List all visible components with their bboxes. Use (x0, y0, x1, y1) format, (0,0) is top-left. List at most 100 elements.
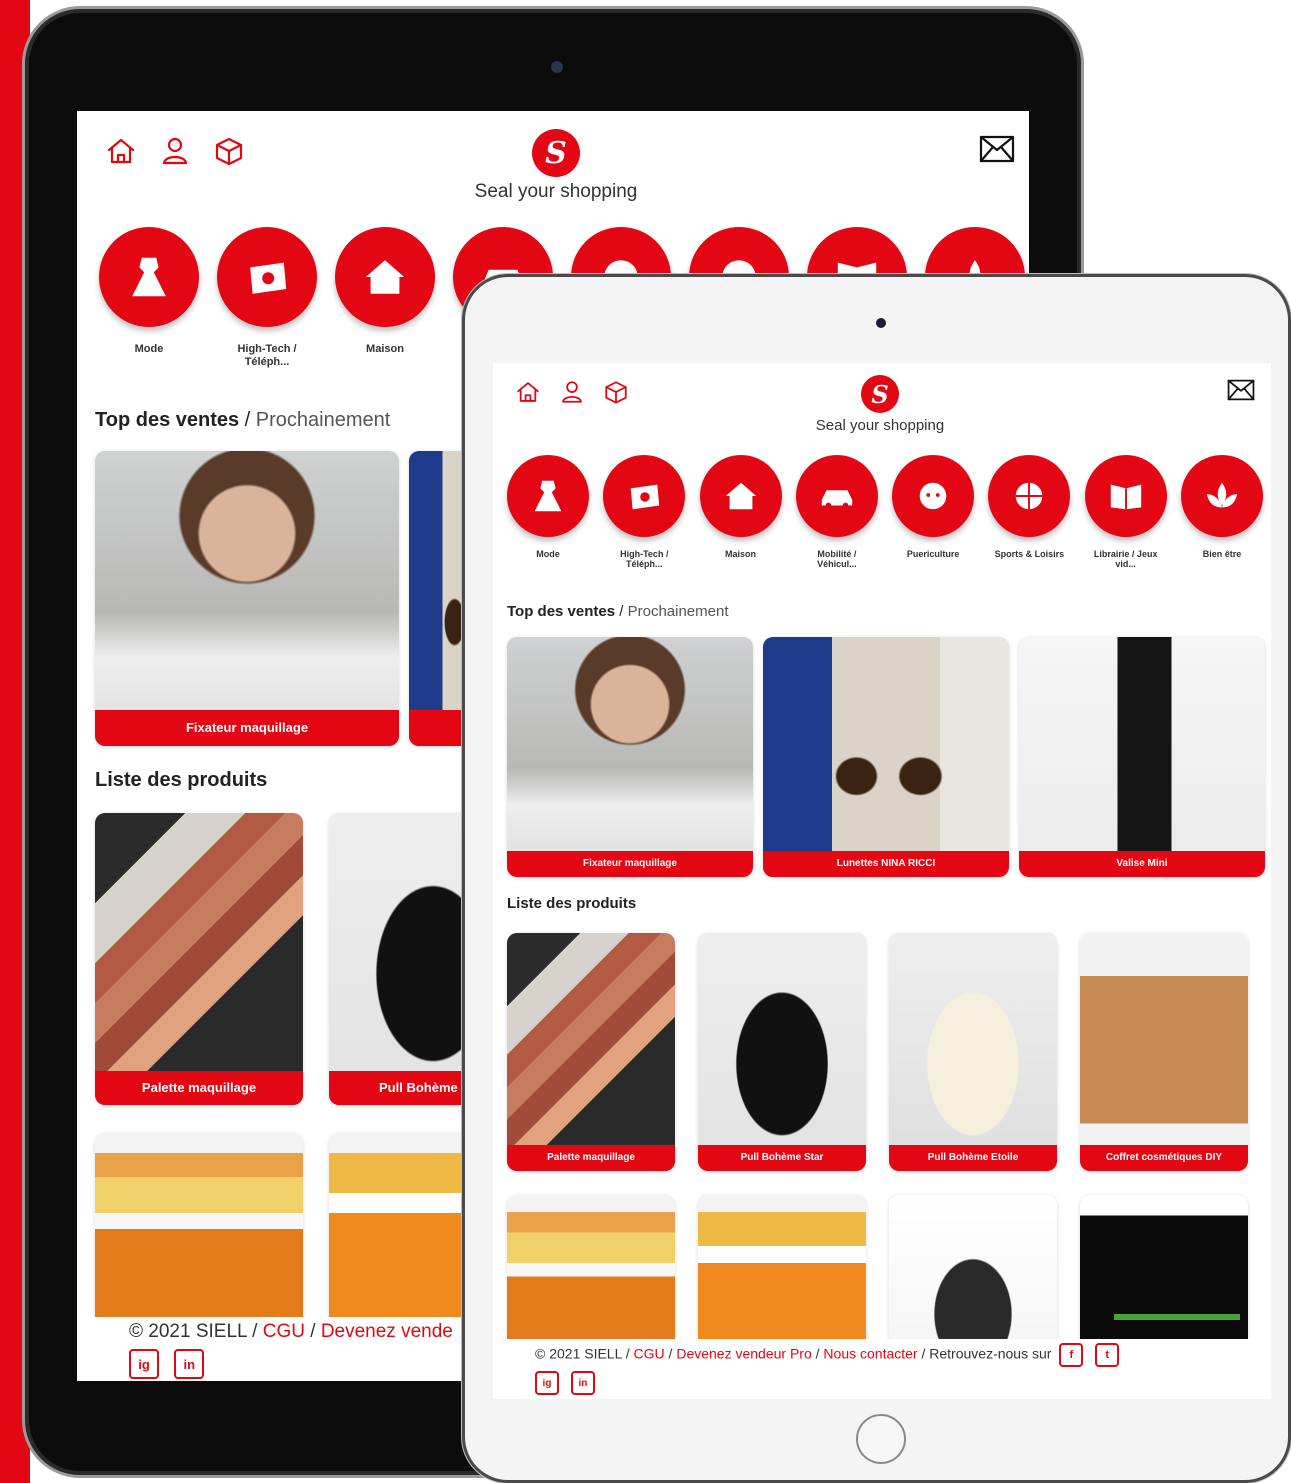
box-icon[interactable] (603, 379, 629, 405)
top-sales-title: Top des ventes / Prochainement (507, 603, 729, 620)
category-mobilite[interactable]: Mobilité / Véhicul... (794, 455, 880, 570)
linkedin-icon[interactable]: in (174, 1349, 205, 1379)
upcoming-tab[interactable]: Prochainement (628, 603, 729, 620)
category-circle (988, 455, 1071, 537)
product-name: Fixateur maquillage (507, 851, 753, 877)
copyright: © 2021 SIELL (129, 1321, 247, 1342)
product-image (95, 451, 399, 746)
product-name: Lunettes NINA RICCI (763, 851, 1009, 877)
front-camera (876, 318, 886, 328)
category-maison[interactable]: Maison (333, 227, 437, 368)
category-label: Bien être (1202, 549, 1242, 559)
front-camera (551, 61, 563, 73)
category-label: High-Tech / Téléph... (237, 343, 297, 368)
home-icon[interactable] (105, 135, 137, 167)
category-circle (892, 455, 975, 537)
top-sales-tab[interactable]: Top des ventes (507, 603, 615, 620)
category-mode[interactable]: Mode (505, 455, 591, 570)
photo-icon (250, 262, 287, 294)
copyright: © 2021 SIELL (535, 1345, 622, 1362)
home-button[interactable] (856, 1414, 906, 1464)
top-sales-tab[interactable]: Top des ventes (95, 409, 239, 431)
category-label: Librairie / Jeux vid... (1093, 549, 1158, 570)
product-name: Palette maquillage (95, 1071, 303, 1105)
product-name: Pull Bohème Etoile (889, 1145, 1057, 1171)
product-name: Valise Mini (1019, 851, 1265, 877)
category-sports[interactable]: Sports & Loisirs (986, 455, 1072, 570)
contact-link[interactable]: Nous contacter (823, 1346, 917, 1362)
category-label: Puericulture (906, 549, 960, 559)
seal-logo-icon: S (532, 129, 580, 177)
product-name: Fixateur maquillage (95, 710, 399, 746)
product-name: Coffret cosmétiques DIY (1080, 1145, 1248, 1171)
category-circle (335, 227, 435, 327)
category-label: Mode (536, 549, 560, 559)
product-image (763, 637, 1009, 877)
category-bien-etre[interactable]: Bien être (1179, 455, 1265, 570)
category-circle (699, 455, 782, 537)
header-icons (515, 379, 629, 405)
linkedin-icon[interactable]: in (570, 1371, 595, 1395)
logo[interactable]: S Seal your shopping (461, 129, 651, 203)
car-icon (821, 490, 853, 509)
photo-icon (630, 484, 660, 510)
dress-icon (132, 257, 166, 297)
top-product-card[interactable]: Fixateur maquillage (507, 637, 753, 877)
follow-text: Retrouvez-nous sur (929, 1345, 1052, 1362)
box-icon[interactable] (213, 135, 245, 167)
seller-link[interactable]: Devenez vende (321, 1321, 453, 1342)
header-icons (105, 135, 245, 167)
category-puericulture[interactable]: Puericulture (890, 455, 976, 570)
user-icon[interactable] (559, 379, 585, 405)
product-card[interactable] (95, 1133, 303, 1333)
category-mode[interactable]: Mode (97, 227, 201, 368)
logo[interactable]: S Seal your shopping (800, 375, 960, 434)
footer-social: ig in (535, 1371, 1271, 1395)
product-name: Palette maquillage (507, 1145, 675, 1171)
product-card[interactable]: Pull Bohème Star (698, 933, 866, 1171)
top-product-card[interactable]: Fixateur maquillage (95, 451, 399, 746)
baby-icon (919, 482, 947, 510)
product-card[interactable]: Pull Bohème Etoile (889, 933, 1057, 1171)
cgu-link[interactable]: CGU (634, 1346, 665, 1362)
product-card[interactable]: Palette maquillage (95, 813, 303, 1105)
footer: © 2021 SIELL / CGU / Devenez vendeur Pro… (493, 1339, 1271, 1399)
product-image (1080, 933, 1248, 1171)
twitter-icon[interactable]: t (1095, 1343, 1120, 1367)
category-circle (507, 455, 589, 537)
category-circle (217, 227, 317, 327)
dress-icon (534, 480, 562, 512)
top-product-card[interactable]: Lunettes NINA RICCI (763, 637, 1009, 877)
marketing-mockup: S Seal your shopping Mode High-Tech / Té… (0, 0, 1291, 1483)
category-librairie[interactable]: Librairie / Jeux vid... (1083, 455, 1169, 570)
product-list-title: Liste des produits (507, 895, 637, 912)
upcoming-tab[interactable]: Prochainement (256, 409, 391, 431)
category-high-tech[interactable]: High-Tech / Téléph... (601, 455, 687, 570)
user-icon[interactable] (159, 135, 191, 167)
instagram-icon[interactable]: ig (129, 1349, 159, 1379)
category-label: Maison (725, 549, 757, 559)
product-list-title: Liste des produits (95, 769, 268, 791)
seller-link[interactable]: Devenez vendeur Pro (676, 1346, 811, 1362)
product-image (507, 933, 675, 1171)
mail-icon[interactable] (979, 135, 1015, 163)
house-icon (725, 482, 756, 510)
category-circle (795, 455, 878, 537)
category-maison[interactable]: Maison (698, 455, 784, 570)
product-card[interactable]: Palette maquillage (507, 933, 675, 1171)
product-card[interactable]: Coffret cosmétiques DIY (1080, 933, 1248, 1171)
mail-icon[interactable] (1227, 379, 1255, 401)
category-circle (603, 455, 686, 537)
category-high-tech[interactable]: High-Tech / Téléph... (215, 227, 319, 368)
home-icon[interactable] (515, 379, 541, 405)
footer-links: © 2021 SIELL / CGU / Devenez vendeur Pro… (535, 1343, 1271, 1367)
top-sales-title: Top des ventes / Prochainement (95, 409, 391, 431)
category-label: Maison (366, 343, 404, 355)
top-product-card[interactable]: Valise Mini (1019, 637, 1265, 877)
category-label: Sports & Loisirs (994, 549, 1065, 559)
product-image (889, 933, 1057, 1171)
book-icon (1110, 484, 1141, 510)
instagram-icon[interactable]: ig (535, 1371, 559, 1395)
cgu-link[interactable]: CGU (263, 1321, 305, 1342)
facebook-icon[interactable]: f (1059, 1343, 1084, 1367)
